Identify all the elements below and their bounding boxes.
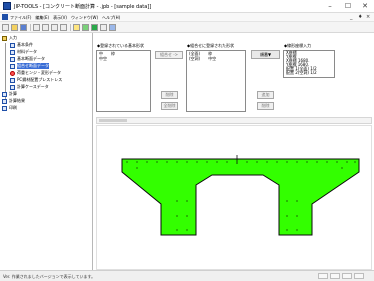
status-indicator (330, 273, 340, 279)
help-icon[interactable] (73, 24, 80, 31)
mdi-restore-button[interactable]: ♦ (358, 14, 362, 20)
coordinate-input-list[interactable]: X座標 Y座標 X座標 1680. Y座標 1680. 配置 1(全面) 1/2… (283, 50, 335, 78)
window-tile-icon[interactable] (109, 24, 116, 31)
list-item[interactable]: 中空 (97, 56, 150, 61)
combined-shapes-title: ◆組合せに登録された形状 (187, 43, 235, 48)
navigation-tree: 入力 基本条件 材料データ 基本断面データ 組合せ断面データ 荷重ヒンジ・変形デ… (0, 33, 93, 270)
menu-help[interactable]: ヘルプ(H) (102, 15, 120, 21)
open-folder-icon[interactable] (11, 24, 18, 31)
tree-item-results[interactable]: 計算結果 (2, 98, 25, 104)
document-icon (10, 77, 15, 83)
menu-view[interactable]: 表示(V) (53, 15, 67, 21)
save-icon[interactable] (20, 24, 27, 31)
tree-item-print[interactable]: 印刷 (2, 105, 17, 111)
document-icon (10, 56, 15, 62)
tree-item-combined-section[interactable]: 組合せ断面データ (10, 63, 49, 69)
calculate-icon[interactable] (82, 24, 89, 31)
mdi-close-button[interactable]: × (366, 14, 370, 20)
cut-icon[interactable] (33, 24, 40, 31)
combined-section-shape (121, 158, 360, 236)
menu-bar: ファイル(F) 編集(E) 表示(V) ウィンドウ(W) ヘルプ(H) _ ♦ … (0, 13, 374, 22)
clear-shapes-button[interactable]: 全削除 (161, 102, 178, 110)
toolbar-separator (30, 24, 31, 31)
tree-item-load-hinge[interactable]: 荷重ヒンジ・変形データ (10, 70, 61, 76)
document-icon (2, 91, 7, 97)
list-item[interactable]: (空洞) 中空 (187, 56, 245, 61)
mdi-minimize-button[interactable]: _ (350, 14, 353, 20)
tree-item-calculation[interactable]: 計算 (2, 91, 17, 97)
registered-shapes-list[interactable]: 中枠 中空 (96, 50, 151, 112)
document-icon (10, 49, 15, 55)
add-to-combination-button[interactable]: 組合せ -> (155, 51, 183, 59)
document-icon (2, 98, 7, 104)
tree-item-basic-section[interactable]: 基本断面データ (10, 56, 45, 62)
folder-icon (2, 35, 7, 41)
menu-file[interactable]: ファイル(F) (10, 15, 31, 21)
paste-icon[interactable] (51, 24, 58, 31)
status-indicator (342, 273, 352, 279)
table-icon[interactable] (100, 24, 107, 31)
print-icon[interactable] (60, 24, 67, 31)
status-bar: Ver. 作業されましたバージョンで表示しています。 (0, 270, 374, 281)
tree-root-input[interactable]: 入力 (2, 35, 17, 41)
coordinate-input-title: ◆線形座標入力 (284, 43, 312, 48)
menu-edit[interactable]: 編集(E) (35, 15, 49, 21)
tree-item-pc-steel[interactable]: PC鋼材配置プレストレス (10, 77, 62, 83)
green-grid-icon[interactable] (91, 24, 98, 31)
minimize-button[interactable]: – (322, 1, 338, 11)
horizontal-scrollbar[interactable] (96, 117, 372, 124)
copy-icon[interactable] (42, 24, 49, 31)
document-icon (10, 63, 15, 69)
window-title: JIP-TOOLS - [コンクリート断面計算 - .jpb - [sample… (14, 4, 152, 10)
status-indicator (318, 273, 328, 279)
order-dropdown-button[interactable]: 順番▼ (251, 50, 280, 59)
menu-window[interactable]: ウィンドウ(W) (71, 15, 98, 21)
new-file-icon[interactable] (2, 24, 9, 31)
document-icon (10, 84, 15, 90)
mdi-document-icon (2, 14, 8, 20)
document-icon (2, 105, 7, 111)
add-combined-button[interactable]: 追加 (257, 91, 274, 99)
scrollbar-thumb[interactable] (99, 119, 127, 122)
close-button[interactable]: ✕ (357, 1, 373, 11)
tree-item-basic-conditions[interactable]: 基本条件 (10, 42, 33, 48)
remove-combined-button[interactable]: 削除 (257, 102, 274, 110)
tree-item-material-data[interactable]: 材料データ (10, 49, 37, 55)
maximize-button[interactable]: ☐ (340, 1, 356, 11)
registered-shapes-title: ◆登録されている基本形状 (97, 43, 144, 48)
status-indicator (354, 273, 364, 279)
app-icon (3, 2, 11, 10)
delete-shape-button[interactable]: 削除 (161, 91, 178, 99)
toolbar (0, 22, 374, 33)
tree-item-calc-cases[interactable]: 計算ケースデータ (10, 84, 49, 90)
list-item[interactable]: 配置 2(空洞) 1/2 (284, 71, 334, 75)
status-text: Ver. 作業されましたバージョンで表示しています。 (3, 274, 96, 279)
title-bar: JIP-TOOLS - [コンクリート断面計算 - .jpb - [sample… (0, 0, 374, 13)
error-circle-icon (10, 70, 15, 76)
combined-shapes-list[interactable]: (全面) 枠 (空洞) 中空 (186, 50, 246, 112)
section-drawing-canvas[interactable] (96, 125, 372, 270)
cross-section-drawing (121, 155, 360, 236)
document-icon (10, 42, 15, 48)
toolbar-separator (70, 24, 71, 31)
